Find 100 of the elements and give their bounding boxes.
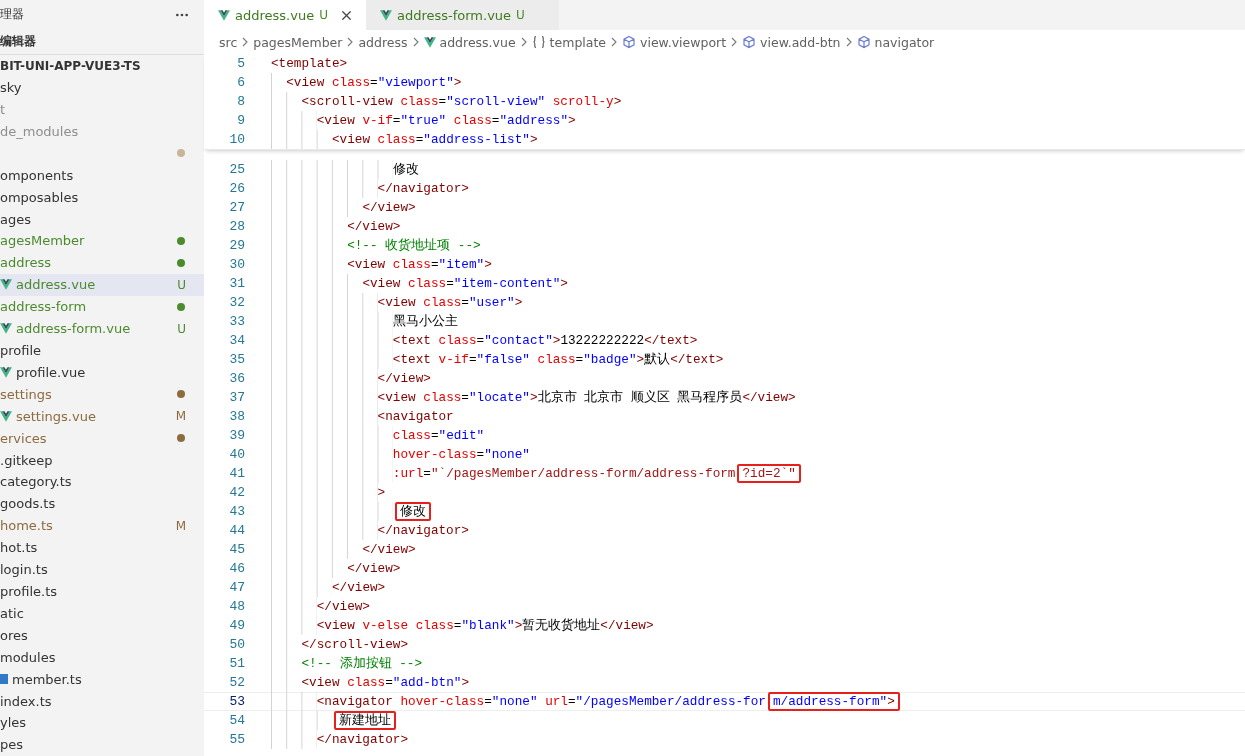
vue-icon: [423, 36, 436, 48]
code-line: </view>: [271, 540, 416, 559]
breadcrumb-item[interactable]: pagesMember: [253, 34, 343, 50]
file-name: category.ts: [0, 474, 72, 490]
file-tree-item[interactable]: settings: [0, 383, 204, 406]
line-number: 48: [228, 599, 246, 614]
editor-tab[interactable]: address-form.vue U: [365, 0, 559, 30]
breadcrumb-item[interactable]: address: [358, 34, 408, 50]
code-line: <navigator: [271, 407, 454, 426]
line-number: 28: [228, 219, 246, 234]
code-line: >: [271, 483, 386, 502]
file-tree-item[interactable]: goods.ts: [0, 492, 204, 515]
highlight-box: 修改: [394, 502, 431, 521]
file-name: pes: [0, 737, 24, 753]
file-tree-item[interactable]: address-form: [0, 295, 204, 318]
git-status: M: [175, 409, 186, 424]
breadcrumb-item[interactable]: view.viewport: [640, 34, 727, 50]
code-line: <view class="item">: [271, 255, 492, 274]
braces-icon: [531, 35, 546, 49]
line-number: 44: [228, 523, 246, 538]
file-tree-item[interactable]: ores: [0, 624, 204, 647]
chevron-icon: [241, 37, 250, 47]
breadcrumb-item[interactable]: address.vue: [439, 34, 516, 50]
chevron-icon: [844, 37, 853, 47]
vue-file-icon: [379, 9, 392, 21]
file-name: home.ts: [0, 518, 53, 534]
file-type-icon: [0, 674, 8, 685]
file-tree-item[interactable]: profile: [0, 339, 204, 362]
file-name: settings: [0, 386, 52, 402]
highlight-box: ?id=2`": [737, 464, 801, 483]
file-tree-item[interactable]: address-form.vue U: [0, 317, 204, 340]
file-tree-item[interactable]: .gitkeep: [0, 449, 204, 471]
breadcrumb-item[interactable]: navigator: [874, 34, 935, 50]
line-number: 53: [228, 694, 246, 709]
line-number: 10: [228, 132, 246, 147]
line-number: 9: [236, 113, 246, 128]
file-name: ervices: [0, 430, 47, 446]
line-number: 40: [228, 447, 246, 462]
line-number: 8: [236, 94, 246, 109]
file-tree-item[interactable]: index.ts: [0, 690, 204, 712]
vue-file-icon: [0, 366, 12, 378]
file-tree-item[interactable]: yles: [0, 711, 204, 734]
file-name: profile.vue: [16, 364, 86, 380]
file-tree-item[interactable]: address: [0, 251, 204, 274]
code-text: <navigator hover-class="none" url="/pagesMember/address-for: [316, 693, 766, 711]
code-line: <view v-else class="blank">暂无收货地址</view>: [271, 616, 654, 635]
breadcrumb-item[interactable]: src: [219, 34, 238, 50]
file-name: settings.vue: [16, 408, 96, 424]
code-line: </view>: [271, 198, 416, 217]
file-tree-item[interactable]: category.ts: [0, 471, 204, 493]
section-header[interactable]: 编辑器: [0, 29, 204, 55]
line-number: 38: [228, 409, 246, 424]
project-title[interactable]: BIT-UNI-APP-VUE3-TS: [0, 54, 204, 77]
file-name: profile: [0, 343, 42, 358]
file-tree-item[interactable]: atic: [0, 602, 204, 625]
code-line: <text class="contact">13222222222</text>: [271, 331, 698, 350]
file-tree-item[interactable]: settings.vue M: [0, 405, 204, 428]
file-tree-item[interactable]: ervices: [0, 427, 204, 450]
file-tree-item[interactable]: address.vue U: [0, 273, 204, 296]
chevron-icon: [610, 37, 619, 47]
line-number: 51: [228, 656, 246, 671]
file-tree-item[interactable]: member.ts: [0, 668, 204, 691]
file-tree-item[interactable]: sky: [0, 76, 204, 99]
file-tree-item[interactable]: omponents: [0, 164, 204, 187]
file-tree-item[interactable]: modules: [0, 646, 204, 669]
line-number: 36: [228, 371, 246, 386]
line-number: 32: [228, 295, 246, 310]
file-name: omposables: [0, 189, 79, 205]
cube-icon: [856, 35, 871, 49]
vue-file-icon: [0, 410, 12, 422]
file-tree-item[interactable]: login.ts: [0, 558, 204, 581]
code-line: <view class="add-btn">: [271, 673, 469, 692]
file-tree-item[interactable]: hot.ts: [0, 536, 204, 559]
file-name: address.vue: [16, 277, 96, 293]
indent-guide: [271, 711, 332, 730]
line-number: 49: [228, 618, 246, 633]
breadcrumb-item[interactable]: template: [549, 34, 607, 50]
editor-tab[interactable]: address.vue U: [204, 0, 366, 30]
explorer-title: 理器: [0, 6, 24, 24]
code-line: <view class="item-content">: [271, 274, 568, 293]
code-line: <template>: [271, 55, 348, 73]
file-tree-item[interactable]: profile.vue: [0, 361, 204, 384]
file-tree-item[interactable]: home.ts M: [0, 514, 204, 537]
file-name: modules: [0, 649, 56, 665]
code-line: </view>: [271, 578, 386, 597]
code-line: </navigator>: [271, 730, 409, 749]
line-number: 31: [228, 276, 246, 291]
file-name: index.ts: [0, 693, 52, 709]
line-number: 5: [236, 56, 246, 71]
file-tree-item[interactable]: agesMember: [0, 230, 204, 252]
file-tree-item[interactable]: profile.ts: [0, 580, 204, 603]
file-name: address-form: [0, 299, 87, 315]
file-name: login.ts: [0, 562, 48, 578]
file-tree-item[interactable]: omposables: [0, 186, 204, 209]
breadcrumb-item[interactable]: view.add-btn: [760, 34, 841, 50]
file-tree-item[interactable]: pes: [0, 733, 204, 756]
line-number: 27: [228, 200, 246, 215]
file-name: hot.ts: [0, 540, 38, 556]
file-name: member.ts: [12, 671, 82, 687]
file-tree-item[interactable]: ages: [0, 208, 204, 231]
